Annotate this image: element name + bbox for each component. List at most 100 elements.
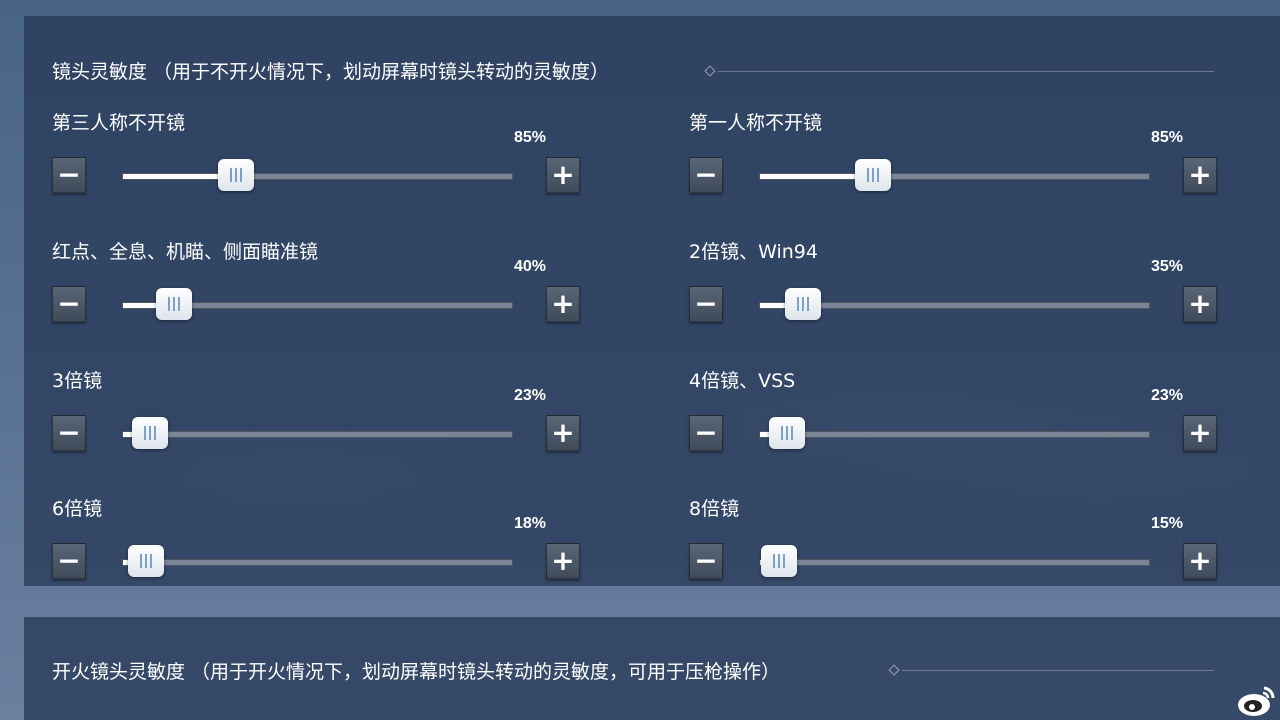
- minus-icon: −: [57, 544, 81, 577]
- grip-line: [797, 297, 799, 311]
- grip-line: [168, 297, 170, 311]
- slider-thumb[interactable]: [132, 417, 168, 449]
- plus-icon: +: [1188, 158, 1212, 191]
- sensitivity-percent: 40%: [513, 258, 547, 275]
- camera-sensitivity-panel: 镜头灵敏度 （用于不开火情况下，划动屏幕时镜头转动的灵敏度） 第三人称不开镜 85…: [24, 16, 1280, 586]
- sensitivity-slider-track[interactable]: [759, 159, 1150, 191]
- divider-line: [718, 71, 1214, 72]
- sensitivity-percent: 35%: [1150, 258, 1184, 275]
- grip-line: [178, 297, 180, 311]
- decrease-button[interactable]: −: [689, 157, 723, 193]
- slider-thumb[interactable]: [761, 545, 797, 577]
- grip-line: [867, 168, 869, 182]
- sensitivity-label: 红点、全息、机瞄、侧面瞄准镜: [52, 241, 319, 263]
- divider-diamond-icon: [704, 65, 716, 77]
- slider-thumb[interactable]: [769, 417, 805, 449]
- sensitivity-row: 6倍镜 18% − +: [24, 494, 580, 604]
- section-title: 开火镜头灵敏度 （用于开火情况下，划动屏幕时镜头转动的灵敏度，可用于压枪操作）: [52, 661, 781, 683]
- sensitivity-label: 6倍镜: [52, 498, 103, 520]
- increase-button[interactable]: +: [1183, 157, 1217, 193]
- sensitivity-percent: 23%: [1150, 387, 1184, 404]
- increase-button[interactable]: +: [1183, 286, 1217, 322]
- sensitivity-label: 8倍镜: [689, 498, 740, 520]
- divider-line: [902, 670, 1214, 671]
- grip-line: [872, 168, 874, 182]
- sensitivity-row: 第三人称不开镜 85% − +: [24, 108, 580, 218]
- minus-icon: −: [694, 287, 718, 320]
- sensitivity-label: 3倍镜: [52, 370, 103, 392]
- increase-button[interactable]: +: [546, 415, 580, 451]
- plus-icon: +: [1188, 287, 1212, 320]
- sensitivity-slider-track[interactable]: [122, 417, 513, 449]
- plus-icon: +: [551, 287, 575, 320]
- grip-line: [877, 168, 879, 182]
- sensitivity-slider-track[interactable]: [759, 417, 1150, 449]
- decrease-button[interactable]: −: [689, 286, 723, 322]
- sensitivity-row: 第一人称不开镜 85% − +: [661, 108, 1217, 218]
- sensitivity-row: 3倍镜 23% − +: [24, 366, 580, 476]
- increase-button[interactable]: +: [546, 543, 580, 579]
- grip-line: [150, 554, 152, 568]
- minus-icon: −: [694, 416, 718, 449]
- slider-thumb[interactable]: [156, 288, 192, 320]
- sensitivity-slider-track[interactable]: [122, 545, 513, 577]
- sensitivity-slider-track[interactable]: [759, 545, 1150, 577]
- sensitivity-percent: 85%: [1150, 129, 1184, 146]
- sensitivity-slider-track[interactable]: [122, 159, 513, 191]
- decrease-button[interactable]: −: [52, 415, 86, 451]
- slider-thumb[interactable]: [785, 288, 821, 320]
- slider-thumb[interactable]: [128, 545, 164, 577]
- minus-icon: −: [57, 416, 81, 449]
- decrease-button[interactable]: −: [52, 157, 86, 193]
- section-title: 镜头灵敏度 （用于不开火情况下，划动屏幕时镜头转动的灵敏度）: [52, 61, 610, 83]
- sensitivity-row: 4倍镜、VSS 23% − +: [661, 366, 1217, 476]
- divider-diamond-icon: [888, 664, 900, 676]
- sensitivity-label: 4倍镜、VSS: [689, 370, 796, 392]
- grip-line: [235, 168, 237, 182]
- sensitivity-label: 2倍镜、Win94: [689, 241, 818, 263]
- sensitivity-slider-track[interactable]: [122, 288, 513, 320]
- grip-line: [230, 168, 232, 182]
- grip-line: [773, 554, 775, 568]
- minus-icon: −: [57, 287, 81, 320]
- slider-thumb[interactable]: [855, 159, 891, 191]
- grip-line: [149, 426, 151, 440]
- grip-line: [778, 554, 780, 568]
- sensitivity-percent: 18%: [513, 515, 547, 532]
- minus-icon: −: [57, 158, 81, 191]
- grip-line: [781, 426, 783, 440]
- sensitivity-label: 第一人称不开镜: [689, 112, 823, 134]
- sensitivity-row: 2倍镜、Win94 35% − +: [661, 237, 1217, 347]
- sensitivity-percent: 85%: [513, 129, 547, 146]
- grip-line: [145, 554, 147, 568]
- grip-line: [783, 554, 785, 568]
- decrease-button[interactable]: −: [689, 415, 723, 451]
- minus-icon: −: [694, 544, 718, 577]
- grip-line: [240, 168, 242, 182]
- plus-icon: +: [1188, 544, 1212, 577]
- plus-icon: +: [551, 544, 575, 577]
- plus-icon: +: [551, 416, 575, 449]
- slider-thumb[interactable]: [218, 159, 254, 191]
- sensitivity-percent: 15%: [1150, 515, 1184, 532]
- sensitivity-percent: 23%: [513, 387, 547, 404]
- decrease-button[interactable]: −: [52, 543, 86, 579]
- increase-button[interactable]: +: [546, 286, 580, 322]
- grip-line: [154, 426, 156, 440]
- decrease-button[interactable]: −: [52, 286, 86, 322]
- increase-button[interactable]: +: [1183, 415, 1217, 451]
- grip-line: [791, 426, 793, 440]
- plus-icon: +: [551, 158, 575, 191]
- increase-button[interactable]: +: [1183, 543, 1217, 579]
- sensitivity-row: 红点、全息、机瞄、侧面瞄准镜 40% − +: [24, 237, 580, 347]
- grip-line: [144, 426, 146, 440]
- weibo-logo-icon: [1238, 686, 1275, 716]
- increase-button[interactable]: +: [546, 157, 580, 193]
- decrease-button[interactable]: −: [689, 543, 723, 579]
- grip-line: [786, 426, 788, 440]
- grip-line: [140, 554, 142, 568]
- sensitivity-slider-track[interactable]: [759, 288, 1150, 320]
- fire-camera-sensitivity-panel: 开火镜头灵敏度 （用于开火情况下，划动屏幕时镜头转动的灵敏度，可用于压枪操作）: [24, 617, 1280, 720]
- grip-line: [802, 297, 804, 311]
- sensitivity-label: 第三人称不开镜: [52, 112, 186, 134]
